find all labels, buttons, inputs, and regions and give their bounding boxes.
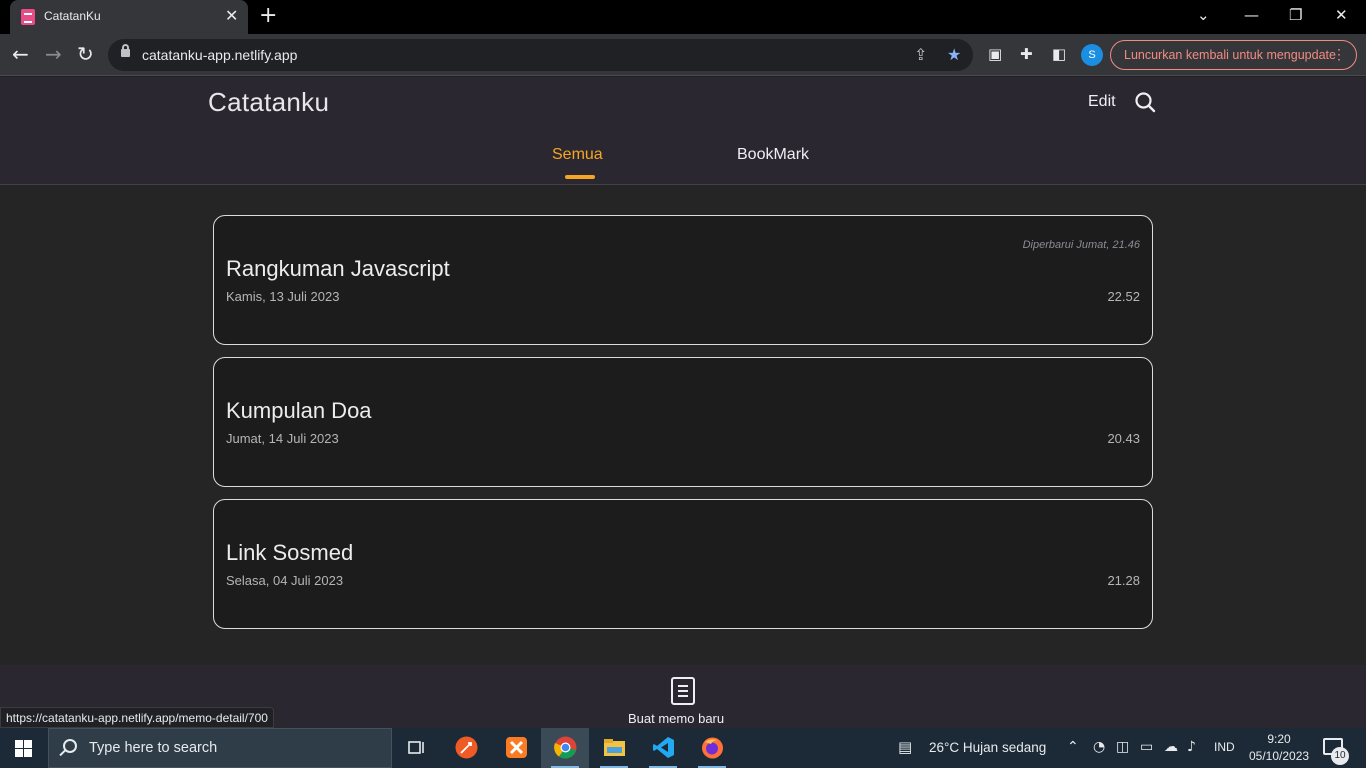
- clock-date: 05/10/2023: [1249, 749, 1310, 763]
- active-tab-indicator: [565, 175, 595, 179]
- forward-button[interactable]: →: [45, 42, 62, 66]
- profile-avatar[interactable]: S: [1081, 44, 1103, 66]
- browser-tab-strip: CatatanKu ✕ + ⌄ — ❐ ✕: [0, 0, 1366, 34]
- back-button[interactable]: ←: [12, 42, 29, 66]
- new-memo-button[interactable]: Buat memo baru: [628, 711, 724, 726]
- file-explorer-icon[interactable]: [590, 728, 638, 768]
- notes-list: Diperbarui Jumat, 21.46 Rangkuman Javasc…: [0, 185, 1366, 665]
- side-panel-icon[interactable]: ◧: [1052, 46, 1068, 62]
- show-hidden-icons-chevron-icon[interactable]: ⌃: [1067, 739, 1079, 755]
- network-icon[interactable]: ◔: [1093, 739, 1105, 755]
- lock-icon[interactable]: [121, 44, 130, 57]
- close-window-button[interactable]: ✕: [1335, 4, 1348, 26]
- relaunch-update-button[interactable]: Luncurkan kembali untuk mengupdate ⋮: [1110, 40, 1357, 70]
- tab-title: CatatanKu: [44, 9, 101, 23]
- tab-close-icon[interactable]: ✕: [225, 7, 238, 25]
- note-time: 21.28: [1107, 573, 1140, 588]
- input-language[interactable]: IND: [1214, 740, 1235, 754]
- url-text[interactable]: catatanku-app.netlify.app: [142, 47, 297, 63]
- taskbar-search-box[interactable]: Type here to search: [48, 728, 392, 768]
- weather-text[interactable]: 26°C Hujan sedang: [929, 740, 1046, 755]
- taskbar-clock[interactable]: 9:20 05/10/2023: [1249, 731, 1309, 765]
- reload-button[interactable]: ↻: [77, 42, 94, 66]
- meet-now-icon[interactable]: ◫: [1116, 739, 1129, 755]
- browser-toolbar: ← → ↻ catatanku-app.netlify.app ⇪ ★ ▣ ✚ …: [0, 34, 1366, 76]
- app-header: Catatanku Edit Semua BookMark: [0, 77, 1366, 185]
- windows-taskbar: Type here to search ▤ 26°C Hujan sedang …: [0, 728, 1366, 768]
- note-card[interactable]: Link Sosmed Selasa, 04 Juli 2023 21.28: [213, 499, 1153, 629]
- more-menu-icon[interactable]: ⋮: [1332, 46, 1346, 63]
- volume-icon[interactable]: ♪: [1187, 739, 1196, 755]
- note-date: Kamis, 13 Juli 2023: [226, 289, 340, 304]
- search-icon[interactable]: [1134, 91, 1156, 113]
- relaunch-label: Luncurkan kembali untuk mengupdate: [1124, 48, 1336, 62]
- onedrive-icon[interactable]: ☁: [1164, 739, 1178, 755]
- clock-time: 9:20: [1267, 732, 1291, 746]
- postman-icon[interactable]: [442, 728, 490, 768]
- tab-semua[interactable]: Semua: [552, 146, 603, 164]
- xampp-icon[interactable]: [492, 728, 540, 768]
- search-icon: [63, 739, 77, 753]
- note-time: 22.52: [1107, 289, 1140, 304]
- vscode-icon[interactable]: [639, 728, 687, 768]
- catatanku-favicon-icon: [21, 9, 35, 25]
- note-updated-label: Diperbarui Jumat, 21.46: [1022, 239, 1140, 251]
- bookmark-star-icon[interactable]: ★: [947, 45, 961, 64]
- battery-icon[interactable]: ▭: [1140, 739, 1153, 755]
- share-icon[interactable]: ⇪: [914, 45, 927, 64]
- note-date: Selasa, 04 Juli 2023: [226, 573, 344, 588]
- new-tab-button[interactable]: +: [259, 4, 277, 28]
- new-memo-icon[interactable]: [671, 677, 695, 705]
- address-bar[interactable]: catatanku-app.netlify.app ⇪ ★: [108, 39, 973, 71]
- note-card[interactable]: Kumpulan Doa Jumat, 14 Juli 2023 20.43: [213, 357, 1153, 487]
- firefox-icon[interactable]: [688, 728, 736, 768]
- weather-icon[interactable]: ▤: [898, 739, 912, 755]
- restore-button[interactable]: ❐: [1289, 4, 1302, 26]
- note-time: 20.43: [1107, 431, 1140, 446]
- edit-button[interactable]: Edit: [1088, 93, 1116, 111]
- note-title: Kumpulan Doa: [226, 398, 372, 423]
- tab-bookmark[interactable]: BookMark: [737, 146, 809, 164]
- note-title: Link Sosmed: [226, 540, 354, 565]
- tab-search-chevron-icon[interactable]: ⌄: [1197, 4, 1210, 26]
- windows-start-icon[interactable]: [15, 740, 32, 757]
- extensions-puzzle-icon[interactable]: ✚: [1020, 46, 1036, 62]
- browser-tab[interactable]: CatatanKu ✕: [10, 0, 248, 34]
- task-view-icon[interactable]: [392, 728, 440, 768]
- app-logo: Catatanku: [208, 87, 330, 117]
- minimize-button[interactable]: —: [1244, 4, 1259, 26]
- extension-clipboard-icon[interactable]: ▣: [988, 46, 1004, 62]
- note-date: Jumat, 14 Juli 2023: [226, 431, 339, 446]
- chrome-icon[interactable]: [541, 728, 589, 768]
- taskbar-search-placeholder: Type here to search: [89, 740, 218, 756]
- link-status-url: https://catatanku-app.netlify.app/memo-d…: [0, 707, 274, 728]
- note-card[interactable]: Diperbarui Jumat, 21.46 Rangkuman Javasc…: [213, 215, 1153, 345]
- note-title: Rangkuman Javascript: [226, 256, 450, 281]
- notification-count-badge: 10: [1331, 747, 1349, 765]
